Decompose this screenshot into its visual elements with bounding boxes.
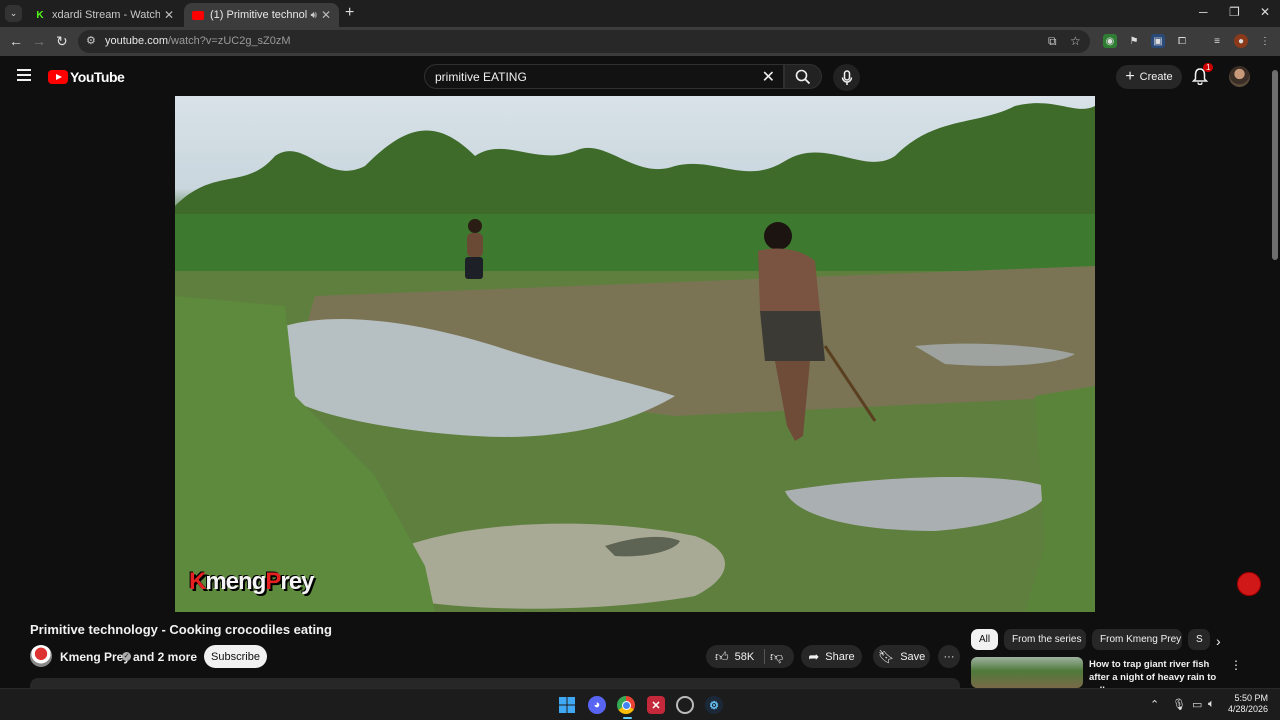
close-tab-icon[interactable]: ✕ (321, 8, 331, 22)
extensions-puzzle-icon[interactable]: ⧠ (1175, 34, 1189, 48)
chrome-icon[interactable] (617, 696, 635, 714)
youtube-header: YouTube primitive EATING ✕ + Create 1 (0, 56, 1280, 96)
chip-truncated[interactable]: S (1188, 629, 1210, 650)
channel-avatar[interactable] (30, 645, 52, 667)
chip-from-the-series[interactable]: From the series (1004, 629, 1086, 650)
close-window-icon[interactable]: ✕ (1260, 5, 1270, 19)
bookmark-star-icon[interactable]: ☆ (1070, 34, 1081, 48)
thumbs-up-icon: 👍︎ (715, 649, 729, 664)
search-button[interactable] (784, 64, 822, 89)
speaker-icon[interactable]: 🔊︎ (311, 10, 317, 21)
bookmark-icon: 🔖︎ (877, 648, 895, 664)
video-player[interactable]: KmengPrey (175, 96, 1095, 612)
discord-icon[interactable]: ◕ (588, 696, 606, 714)
notifications-button[interactable]: 1 (1191, 63, 1214, 88)
create-label: Create (1139, 71, 1173, 83)
floating-extension-badge[interactable] (1237, 572, 1261, 596)
browser-toolbar: ← → ↻ ⚙ youtube.com/watch?v=zUC2g_sZ0zM … (0, 27, 1280, 56)
extension-icon[interactable]: ⚑ (1127, 34, 1141, 48)
forward-arrow-icon[interactable]: → (32, 33, 46, 49)
verified-check-icon: ✓ (122, 652, 131, 661)
microphone-icon (841, 69, 852, 85)
windows-start-icon[interactable] (558, 696, 576, 714)
share-button[interactable]: ➦ Share (801, 645, 862, 668)
new-tab-button[interactable]: + (345, 4, 354, 22)
youtube-play-icon (48, 70, 68, 84)
tray-chevron-up-icon[interactable]: ⌃ (1150, 698, 1159, 711)
clock-time: 5:50 PM (1234, 693, 1268, 703)
like-dislike-group: 👍︎ 58K 👎︎ (706, 645, 794, 668)
search-icon (795, 69, 811, 84)
save-label: Save (900, 650, 926, 663)
video-title: Primitive technology - Cooking crocodile… (30, 622, 332, 637)
kick-logo-icon: K (36, 9, 44, 21)
more-actions-button[interactable]: ··· (938, 645, 960, 668)
channel-watermark: KmengPrey (189, 568, 314, 595)
chevron-right-icon[interactable]: › (1216, 633, 1221, 649)
like-button[interactable]: 👍︎ 58K (715, 649, 754, 665)
youtube-wordmark: YouTube (70, 69, 125, 85)
minimize-icon[interactable]: ─ (1199, 5, 1208, 19)
youtube-logo-icon (192, 10, 204, 20)
video-frame (175, 103, 1095, 612)
recommendation-menu-icon[interactable]: ⋮ (1230, 658, 1242, 672)
profile-icon[interactable]: ● (1234, 34, 1248, 48)
tab-xdardi-stream[interactable]: K xdardi Stream - Watch Live on K ✕ (26, 3, 182, 27)
chip-all[interactable]: All (971, 629, 998, 650)
clear-search-icon[interactable]: ✕ (762, 67, 775, 87)
obs-icon[interactable] (676, 696, 694, 714)
save-button[interactable]: 🔖︎ Save (873, 645, 930, 668)
cast-icon[interactable]: ⧉ (1048, 34, 1057, 49)
scrollbar-thumb[interactable] (1272, 70, 1278, 260)
xmind-icon[interactable]: ✕ (647, 696, 665, 714)
chip-from-kmeng-prey[interactable]: From Kmeng Prey (1092, 629, 1182, 650)
browser-tab-strip: ⌄ K xdardi Stream - Watch Live on K ✕ (1… (0, 0, 1280, 27)
plus-icon: + (1125, 68, 1135, 85)
display-tray-icon[interactable]: ▭ (1192, 698, 1202, 711)
tab-title: xdardi Stream - Watch Live on K (52, 9, 160, 21)
windows-logo-icon (559, 697, 575, 713)
back-arrow-icon[interactable]: ← (9, 33, 23, 49)
account-avatar[interactable] (1229, 66, 1250, 87)
tab-title: (1) Primitive technology - C (210, 9, 307, 21)
windows-taskbar: ◕ ✕ ⚙ ⌃ 🎙︎ ▭ 🔈︎ 5:50 PM 4/28/2026 (0, 688, 1280, 720)
extension-icon[interactable]: ▣ (1151, 34, 1165, 48)
ellipsis-icon: ··· (943, 650, 955, 663)
subscribe-button[interactable]: Subscribe (204, 645, 267, 668)
close-tab-icon[interactable]: ✕ (164, 8, 174, 22)
kebab-menu-icon[interactable]: ⋮ (1258, 34, 1272, 48)
recommendation-thumbnail[interactable] (971, 657, 1083, 688)
notification-count-badge: 1 (1203, 63, 1214, 72)
url-text: youtube.com/watch?v=zUC2g_sZ0zM (105, 35, 291, 47)
restore-icon[interactable]: ❐ (1229, 5, 1240, 19)
tab-youtube-video[interactable]: (1) Primitive technology - C 🔊︎ ✕ (184, 3, 339, 27)
create-button[interactable]: + Create (1116, 65, 1182, 89)
tab-search-button[interactable]: ⌄ (5, 5, 22, 22)
page-scrollbar[interactable] (1270, 62, 1280, 688)
share-arrow-icon: ➦ (808, 648, 820, 664)
dislike-button[interactable]: 👎︎ (770, 649, 783, 665)
active-app-indicator (623, 717, 632, 719)
search-input[interactable]: primitive EATING ✕ (424, 64, 784, 89)
youtube-logo[interactable]: YouTube (48, 69, 125, 85)
reload-icon[interactable]: ↻ (56, 33, 68, 50)
channel-name[interactable]: Kmeng Prey (60, 650, 130, 664)
media-controls-icon[interactable]: ≡ (1210, 34, 1224, 48)
collaborators-link[interactable]: and 2 more (133, 650, 197, 664)
volume-tray-icon[interactable]: 🔈︎ (1208, 698, 1215, 711)
thumbs-down-icon: 👎︎ (770, 649, 784, 664)
search-query-text: primitive EATING (435, 70, 527, 84)
site-info-icon[interactable]: ⚙ (86, 34, 96, 47)
share-label: Share (825, 650, 855, 663)
extension-icon[interactable]: ◉ (1103, 34, 1117, 48)
system-clock[interactable]: 5:50 PM 4/28/2026 (1224, 693, 1268, 715)
divider (764, 649, 765, 664)
clock-date: 4/28/2026 (1227, 704, 1268, 714)
voice-search-button[interactable] (833, 64, 860, 91)
address-bar[interactable]: ⚙ youtube.com/watch?v=zUC2g_sZ0zM ⧉ ☆ (78, 30, 1090, 53)
hamburger-menu-icon[interactable] (17, 69, 31, 84)
steam-icon[interactable]: ⚙ (705, 696, 723, 714)
microphone-tray-icon[interactable]: 🎙︎ (1172, 698, 1186, 711)
like-count: 58K (734, 651, 755, 663)
